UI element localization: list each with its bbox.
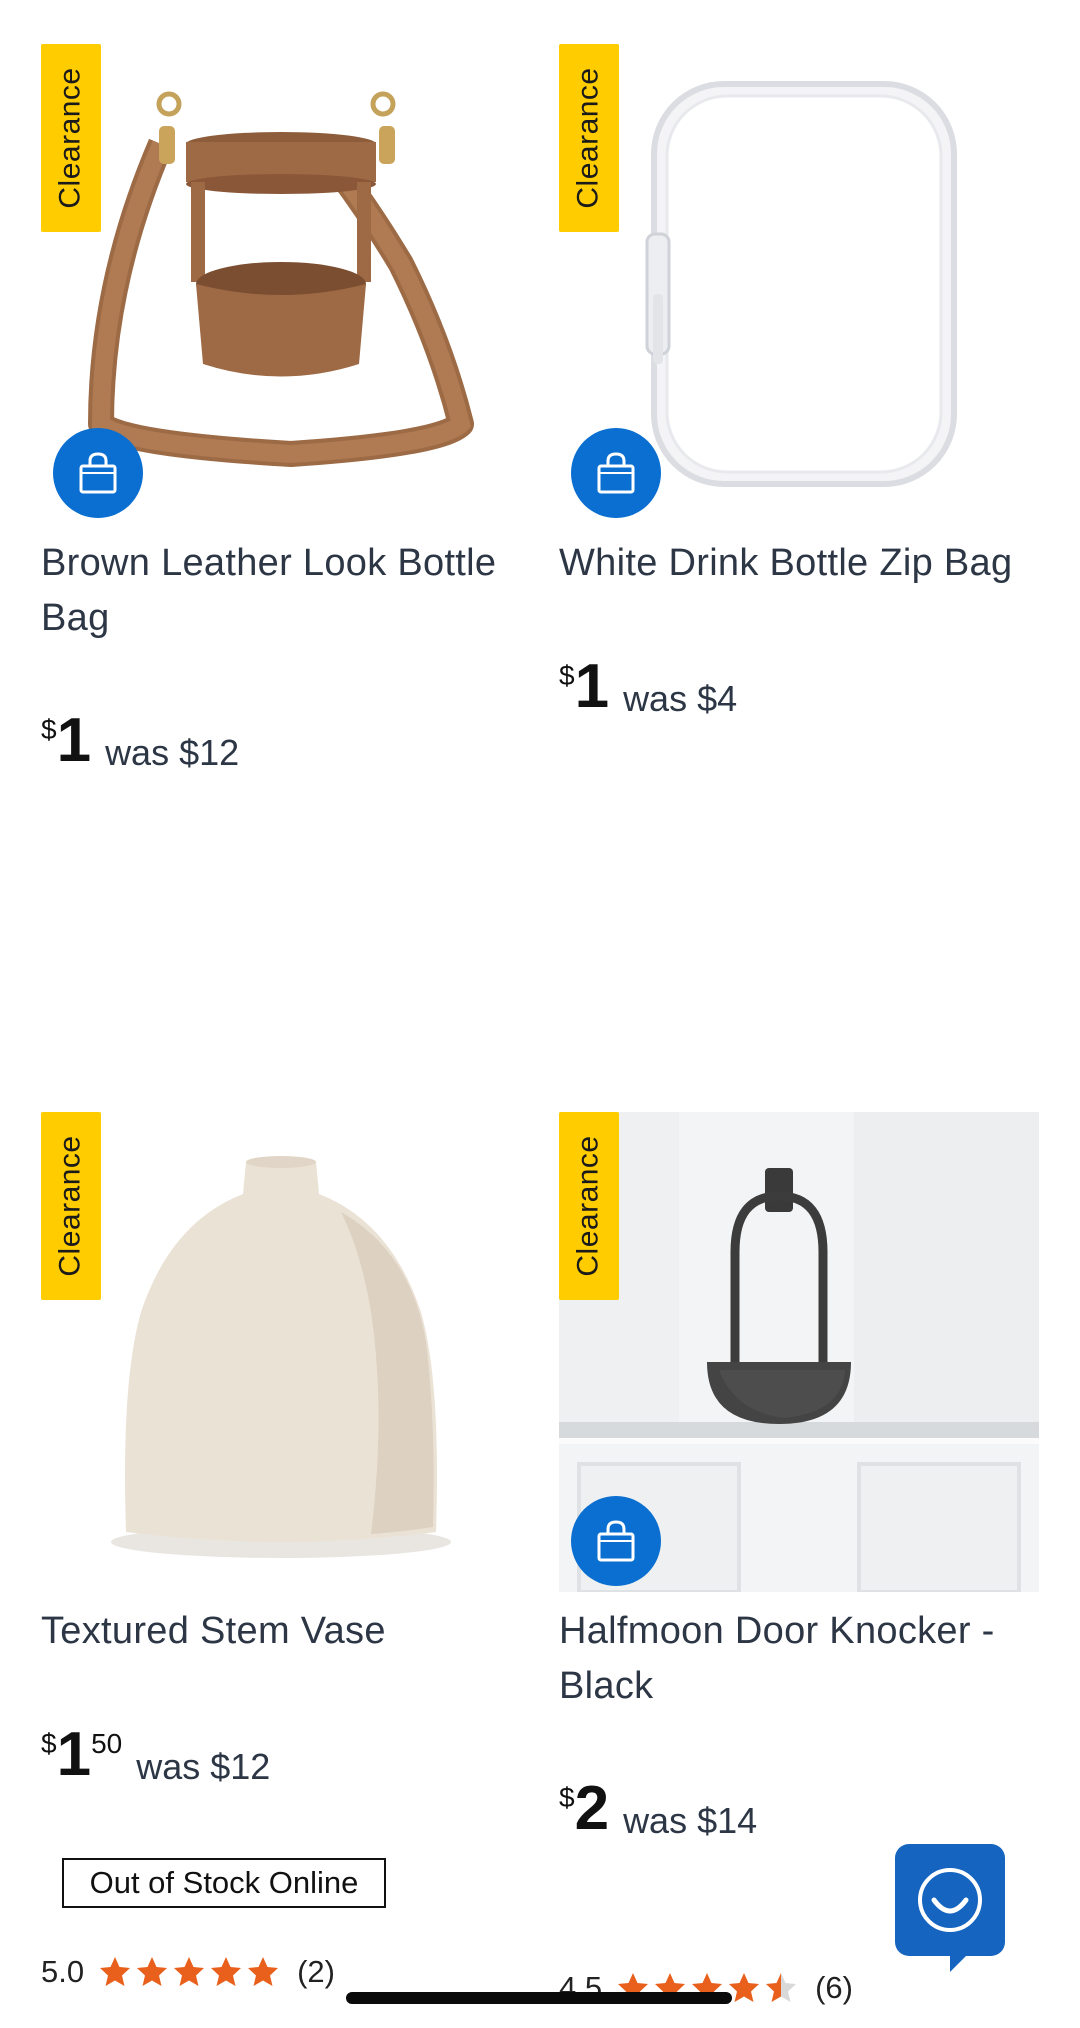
was-price: was $12: [136, 1746, 271, 1787]
price-dollars: 1: [56, 1720, 92, 1789]
star-icon: [766, 1973, 797, 2002]
star-icon: [729, 1973, 760, 2002]
add-to-cart-button[interactable]: [571, 1496, 661, 1586]
stem-vase-image: [111, 1156, 451, 1558]
was-price: was $12: [105, 732, 240, 773]
price-dollars: 1: [574, 652, 610, 721]
product-price: $ 1 was $4: [559, 656, 737, 720]
price-currency: $: [559, 660, 575, 691]
star-icon: [248, 1957, 279, 1986]
product-rating[interactable]: 5.0 (2): [41, 1954, 335, 1990]
shopping-bag-icon: [79, 452, 117, 494]
clearance-badge-label: Clearance: [572, 67, 605, 209]
product-price: $ 1 was $12: [41, 710, 239, 774]
clearance-badge: Clearance: [559, 44, 619, 232]
price-cents: 50: [91, 1728, 123, 1759]
product-card[interactable]: Clearance Brown Leather Look Bottle Bag …: [41, 44, 521, 784]
chat-button[interactable]: [895, 1844, 1005, 1956]
rating-count: (6): [815, 1970, 853, 2005]
home-indicator[interactable]: [346, 1992, 732, 2004]
shopping-bag-icon: [597, 452, 635, 494]
clearance-badge: Clearance: [41, 44, 101, 232]
product-title[interactable]: Brown Leather Look Bottle Bag: [41, 536, 521, 646]
price-dollars: 1: [56, 706, 92, 775]
price-dollars: 2: [574, 1774, 610, 1843]
clearance-badge: Clearance: [559, 1112, 619, 1300]
shopping-bag-icon: [597, 1520, 635, 1562]
out-of-stock-label: Out of Stock Online: [62, 1858, 386, 1908]
star-icon: [174, 1957, 205, 1986]
product-image[interactable]: [41, 1112, 521, 1592]
product-title[interactable]: White Drink Bottle Zip Bag: [559, 536, 1039, 591]
clearance-badge-label: Clearance: [54, 1135, 87, 1277]
product-price: $ 1 50 was $12: [41, 1724, 270, 1788]
add-to-cart-button[interactable]: [53, 428, 143, 518]
price-currency: $: [559, 1782, 575, 1813]
rating-stars: [98, 1955, 283, 1989]
add-to-cart-button[interactable]: [571, 428, 661, 518]
rating-score: 5.0: [41, 1954, 85, 1989]
was-price: was $14: [623, 1800, 758, 1841]
product-price: $ 2 was $14: [559, 1778, 757, 1842]
clearance-badge: Clearance: [41, 1112, 101, 1300]
product-title[interactable]: Halfmoon Door Knocker - Black: [559, 1604, 1039, 1714]
price-currency: $: [41, 714, 57, 745]
chat-smile-icon: [918, 1868, 982, 1932]
clearance-badge-label: Clearance: [54, 67, 87, 209]
product-card[interactable]: Clearance White Drink Bottle Zip Bag $ 1…: [559, 44, 1039, 784]
price-currency: $: [41, 1728, 57, 1759]
clearance-badge-label: Clearance: [572, 1135, 605, 1277]
was-price: was $4: [623, 678, 738, 719]
chat-button-tail: [950, 1946, 976, 1972]
rating-count: (2): [297, 1954, 335, 1989]
star-icon: [100, 1957, 131, 1986]
star-icon: [211, 1957, 242, 1986]
star-icon: [137, 1957, 168, 1986]
product-title[interactable]: Textured Stem Vase: [41, 1604, 521, 1659]
